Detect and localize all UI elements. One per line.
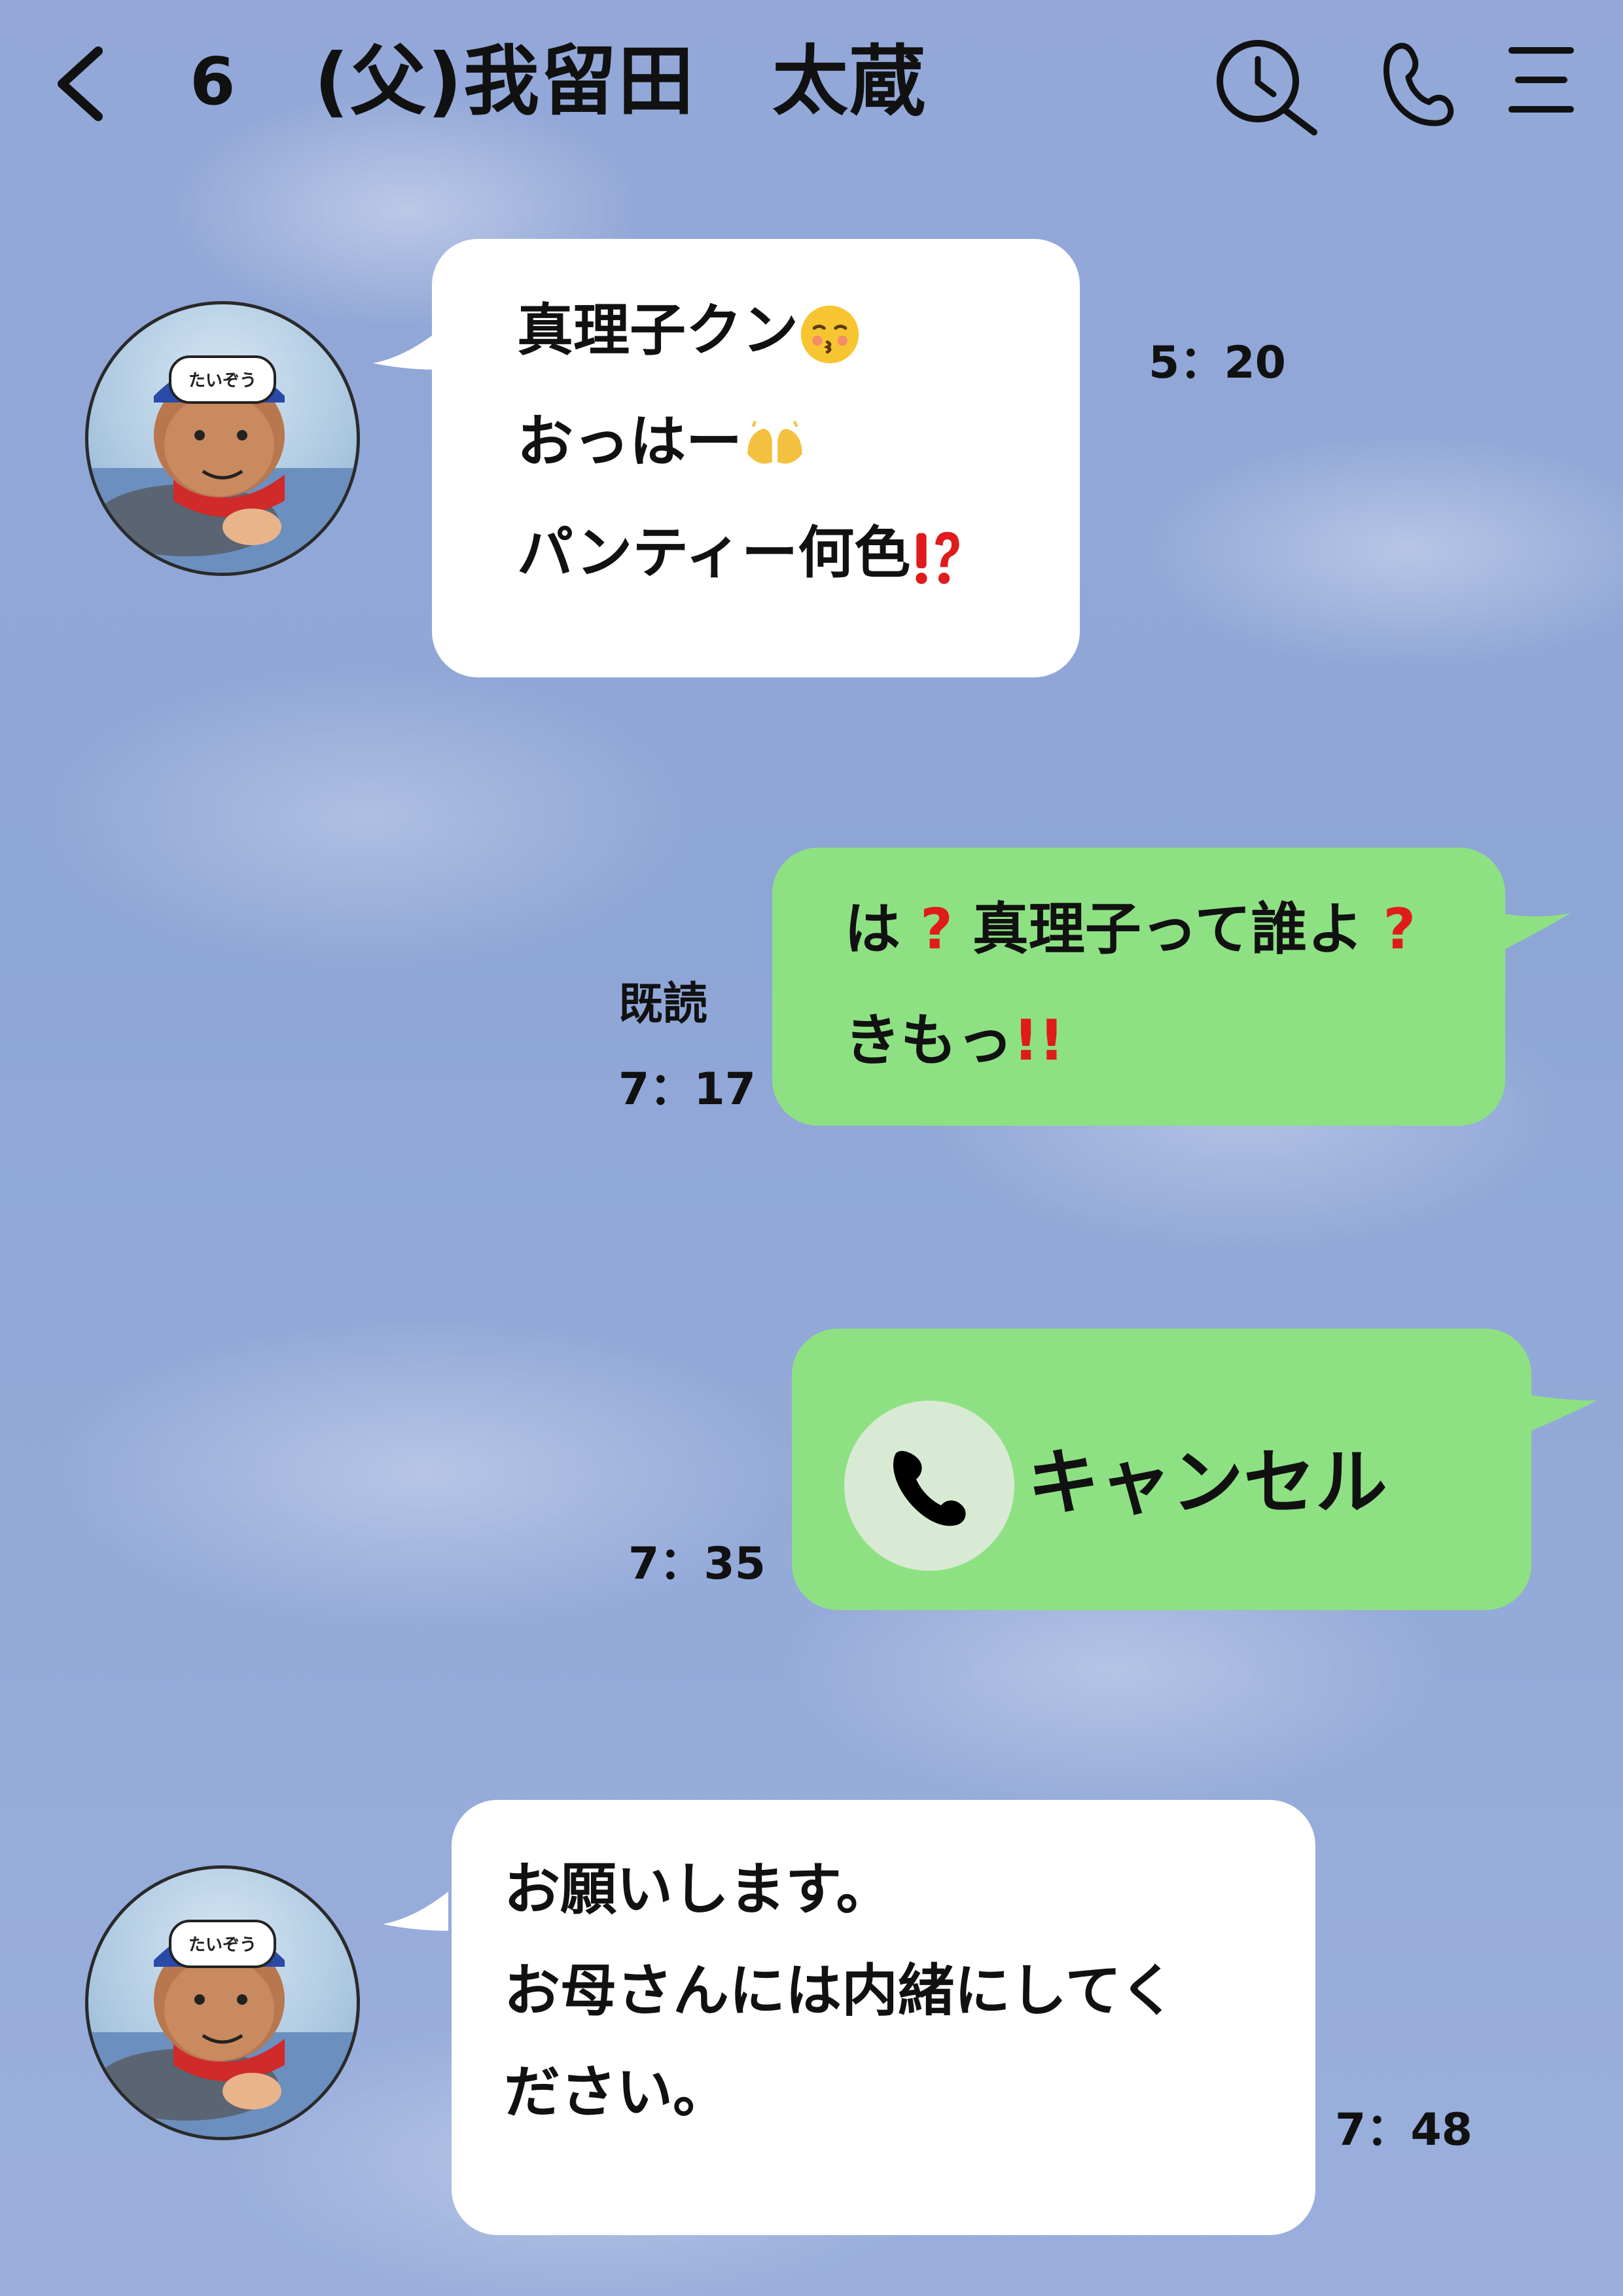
call-status-label: キャンセル	[1027, 1441, 1387, 1524]
chat-title: (父)我留田 太蔵	[314, 37, 927, 126]
question-emoji: ?	[1363, 897, 1416, 962]
message-line: 真理子クン	[517, 275, 1080, 386]
sender-avatar[interactable]: たいぞう	[85, 301, 360, 576]
chat-header: 6 (父)我留田 太蔵	[0, 0, 1623, 164]
unread-count: 6	[190, 43, 236, 120]
message-timestamp: 7：17	[618, 1064, 756, 1115]
back-chevron-icon[interactable]	[46, 38, 118, 130]
message-timestamp: 7：48	[1335, 2104, 1472, 2156]
raising-hands-emoji	[747, 420, 802, 463]
phone-icon[interactable]	[1374, 34, 1459, 132]
message-timestamp: 5：20	[1149, 337, 1286, 389]
search-history-icon[interactable]	[1211, 34, 1322, 139]
call-icon-circle	[844, 1401, 1014, 1571]
avatar-cap-text: たいぞう	[188, 371, 257, 391]
double-exclamation-emoji: !!	[1013, 1008, 1065, 1073]
incoming-message-bubble[interactable]: お願いします。 お母さんには内緒にしてく ださい。	[452, 1800, 1315, 2235]
message-line: ださい。	[504, 2060, 729, 2125]
avatar-illustration: たいぞう	[88, 355, 357, 573]
bubble-tail	[383, 1892, 448, 1931]
menu-icon[interactable]	[1499, 34, 1577, 126]
message-line: は ? 真理子って誰よ ?	[844, 897, 1416, 962]
call-message-bubble[interactable]: キャンセル	[792, 1329, 1531, 1610]
exclamation-question-emoji	[916, 531, 959, 584]
bubble-tail	[1525, 1394, 1597, 1433]
phone-call-icon	[893, 1450, 966, 1526]
message-line: おっはー	[517, 386, 1080, 497]
outgoing-message-bubble[interactable]: は ? 真理子って誰よ ? きもっ!!	[772, 848, 1505, 1126]
avatar-illustration: たいぞう	[88, 1920, 357, 2137]
sender-avatar[interactable]: たいぞう	[85, 1865, 360, 2140]
question-emoji: ?	[901, 897, 972, 962]
kiss-face-emoji	[800, 305, 859, 363]
message-line: パンティー何色	[517, 497, 1080, 609]
read-receipt: 既読	[618, 978, 708, 1030]
bubble-tail	[1499, 913, 1571, 952]
message-line: お母さんには内緒にしてく	[504, 1958, 1176, 2024]
message-timestamp: 7：35	[628, 1538, 766, 1590]
incoming-message-bubble[interactable]: 真理子クン おっはー パンティー何色	[432, 239, 1080, 677]
avatar-cap-text: たいぞう	[188, 1935, 257, 1955]
message-line: きもっ!!	[844, 1008, 1065, 1073]
message-line: お願いします。	[504, 1857, 893, 1922]
